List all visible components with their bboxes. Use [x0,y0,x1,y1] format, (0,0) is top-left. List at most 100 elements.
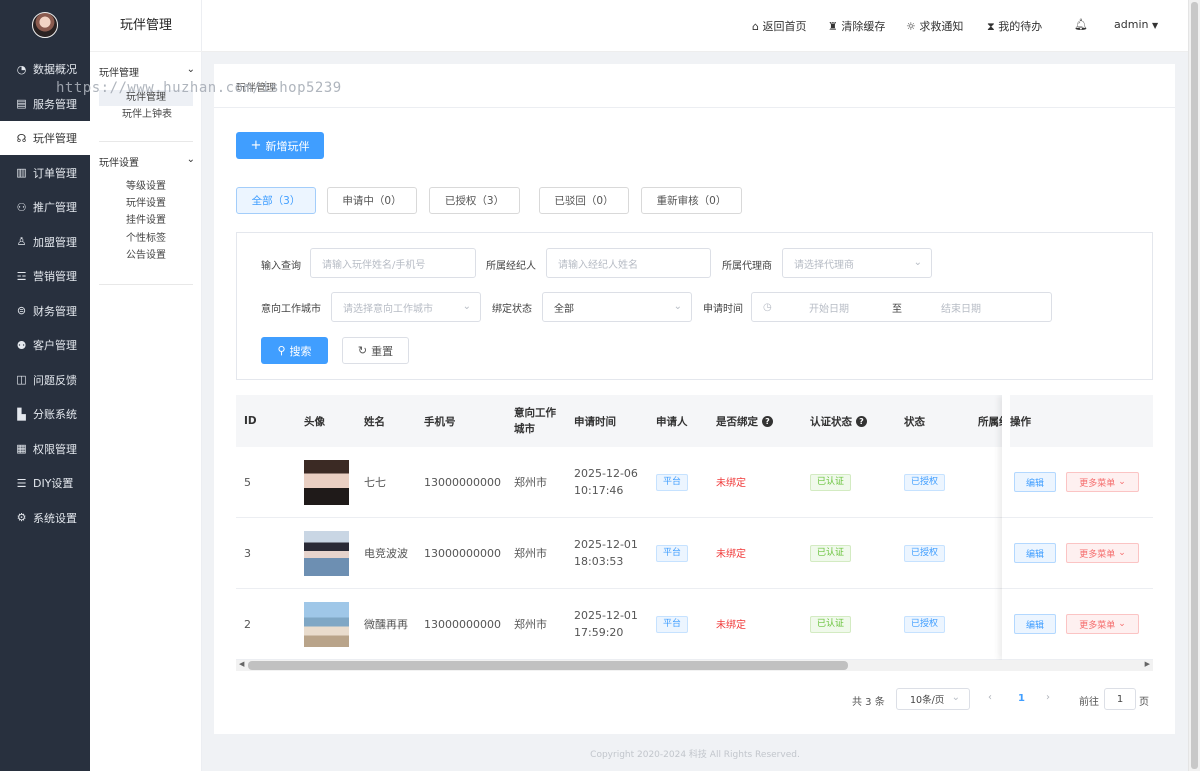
table-horizontal-scrollbar[interactable]: ◀ ▶ [236,660,1153,671]
col-status: 状态 [904,415,925,428]
apply-time: 18:03:53 [574,555,624,568]
clear-cache-link[interactable]: ♜ 清除缓存 [828,18,885,34]
tab-re-review[interactable]: 重新审核（0） [641,187,742,214]
chevron-down-icon: ⌄ [1118,548,1126,558]
goto-input[interactable]: 1 [1104,688,1136,710]
more-menu-button[interactable]: 更多菜单 ⌄ [1066,614,1139,634]
edit-button[interactable]: 编辑 [1014,543,1056,563]
sidebar-item-13[interactable]: ⚙ 系统设置 [0,501,90,535]
todo-link[interactable]: ⧗ 我的待办 [987,18,1042,34]
bell-icon[interactable]: 🔔︎ [1074,18,1088,31]
col-applicant: 申请人 [656,415,688,428]
edit-button[interactable]: 编辑 [1014,472,1056,492]
pie-chart-icon: ◔ [16,62,27,76]
sidebar-item-10[interactable]: ▙ 分账系统 [0,397,90,431]
date-range-picker[interactable]: ◷ 开始日期 至 结束日期 [751,292,1052,322]
question-icon[interactable]: ? [856,415,867,427]
agent-input[interactable]: 请输入经纪人姓名 [546,248,711,278]
sidebar-item-6[interactable]: ☲ 营销管理 [0,259,90,293]
home-label: 返回首页 [762,20,807,33]
start-date-input[interactable]: 开始日期 [809,300,849,315]
clock-icon: ◷ [763,301,772,313]
divider [99,141,193,142]
tab-all[interactable]: 全部（3） [236,187,316,214]
scroll-right-icon[interactable]: ▶ [1145,660,1150,668]
user-name: admin [1114,18,1149,31]
subnav-group-label: 玩伴管理 [99,68,139,79]
goto-label: 前往 [1079,697,1099,708]
reset-button[interactable]: ↻ 重置 [342,337,409,364]
cell-id: 5 [244,475,251,489]
more-menu-button[interactable]: 更多菜单 ⌄ [1066,472,1139,492]
reset-button-label: 重置 [371,344,394,358]
home-icon: ⌂ [752,20,759,33]
cell-phone: 13000000000 [424,475,501,489]
chevron-down-icon: ⌄ [1118,477,1126,487]
bind-select[interactable]: 全部 ⌄ [542,292,692,322]
marketing-icon: ☲ [16,269,27,283]
query-input[interactable]: 请输入玩伴姓名/手机号 [310,248,476,278]
page-size-value: 10条/页 [910,695,945,706]
sidebar-item-label: DIY设置 [33,477,74,490]
home-link[interactable]: ⌂ 返回首页 [752,18,806,34]
sidebar-item-8[interactable]: ⚉ 客户管理 [0,328,90,362]
subnav-item-level[interactable]: 等级设置 [99,179,193,195]
subnav-group-companion[interactable]: 玩伴管理 ⌄ [99,64,195,79]
sidebar-item-3[interactable]: ▥ 订单管理 [0,156,90,190]
edit-button[interactable]: 编辑 [1014,614,1056,634]
companion-photo[interactable] [304,531,349,576]
sidebar-item-7[interactable]: ⊜ 财务管理 [0,294,90,328]
sidebar-item-5[interactable]: ♙ 加盟管理 [0,225,90,259]
tab-rejected[interactable]: 已驳回（0） [539,187,629,214]
cell-phone: 13000000000 [424,546,501,560]
subnav-item-notice[interactable]: 公告设置 [99,248,193,264]
user-menu[interactable]: admin ▼ [1114,18,1158,31]
prev-page-icon[interactable]: ‹ [988,692,992,703]
todo-label: 我的待办 [998,20,1043,33]
sos-link[interactable]: ☼ 求救通知 [906,18,963,34]
sidebar-item-label: 问题反馈 [33,373,77,387]
row-actions: 编辑 更多菜单 ⌄ [1002,518,1153,589]
city-label: 意向工作城市 [261,304,321,315]
page-number[interactable]: 1 [1018,693,1025,704]
next-page-icon[interactable]: › [1046,692,1050,703]
city-select[interactable]: 请选择意向工作城市 ⌄ [331,292,481,322]
page-size-select[interactable]: 10条/页 ⌄ [896,688,970,710]
dealer-select[interactable]: 请选择代理商 ⌄ [782,248,932,278]
subnav-item-tags[interactable]: 个性标签 [99,231,193,247]
sidebar-item-label: 推广管理 [33,201,77,214]
col-bound-label: 是否绑定 [716,415,758,428]
companion-photo[interactable] [304,602,349,647]
cell-name: 七七 [364,476,386,489]
subnav-group-settings[interactable]: 玩伴设置 ⌄ [99,154,195,169]
tab-authorized[interactable]: 已授权（3） [429,187,520,214]
scroll-left-icon[interactable]: ◀ [239,660,244,668]
subnav-group-label: 玩伴设置 [99,158,139,169]
subnav-item-companion-settings[interactable]: 玩伴设置 [99,196,193,212]
scroll-thumb[interactable] [248,661,848,670]
sidebar-item-12[interactable]: ☰ DIY设置 [0,466,90,500]
sidebar-item-4[interactable]: ⚇ 推广管理 [0,190,90,224]
sidebar-item-11[interactable]: ▦ 权限管理 [0,432,90,466]
feedback-icon: ◫ [16,373,27,386]
add-companion-button[interactable]: + 新增玩伴 [236,132,324,159]
subnav-item-clock-table[interactable]: 玩伴上钟表 [99,107,193,123]
sidebar-item-9[interactable]: ◫ 问题反馈 [0,363,90,397]
col-phone: 手机号 [424,415,456,428]
add-button-label: 新增玩伴 [265,139,310,153]
companion-photo[interactable] [304,460,349,505]
search-button[interactable]: ⚲ 搜索 [261,337,328,364]
tab-applying[interactable]: 申请中（0） [327,187,417,214]
more-menu-button[interactable]: 更多菜单 ⌄ [1066,543,1139,563]
sidebar-item-2[interactable]: ☊ 玩伴管理 [0,121,90,155]
avatar[interactable] [32,12,58,38]
end-date-input[interactable]: 结束日期 [941,300,981,315]
page-scrollbar[interactable] [1188,0,1200,771]
col-cert: 认证状态? [810,395,867,447]
cell-name: 电竞波波 [364,547,408,560]
subnav-item-pendant[interactable]: 挂件设置 [99,213,193,229]
question-icon[interactable]: ? [762,415,773,427]
divider [99,284,193,285]
cell-id: 2 [244,617,251,631]
customer-icon: ⚉ [16,338,27,352]
